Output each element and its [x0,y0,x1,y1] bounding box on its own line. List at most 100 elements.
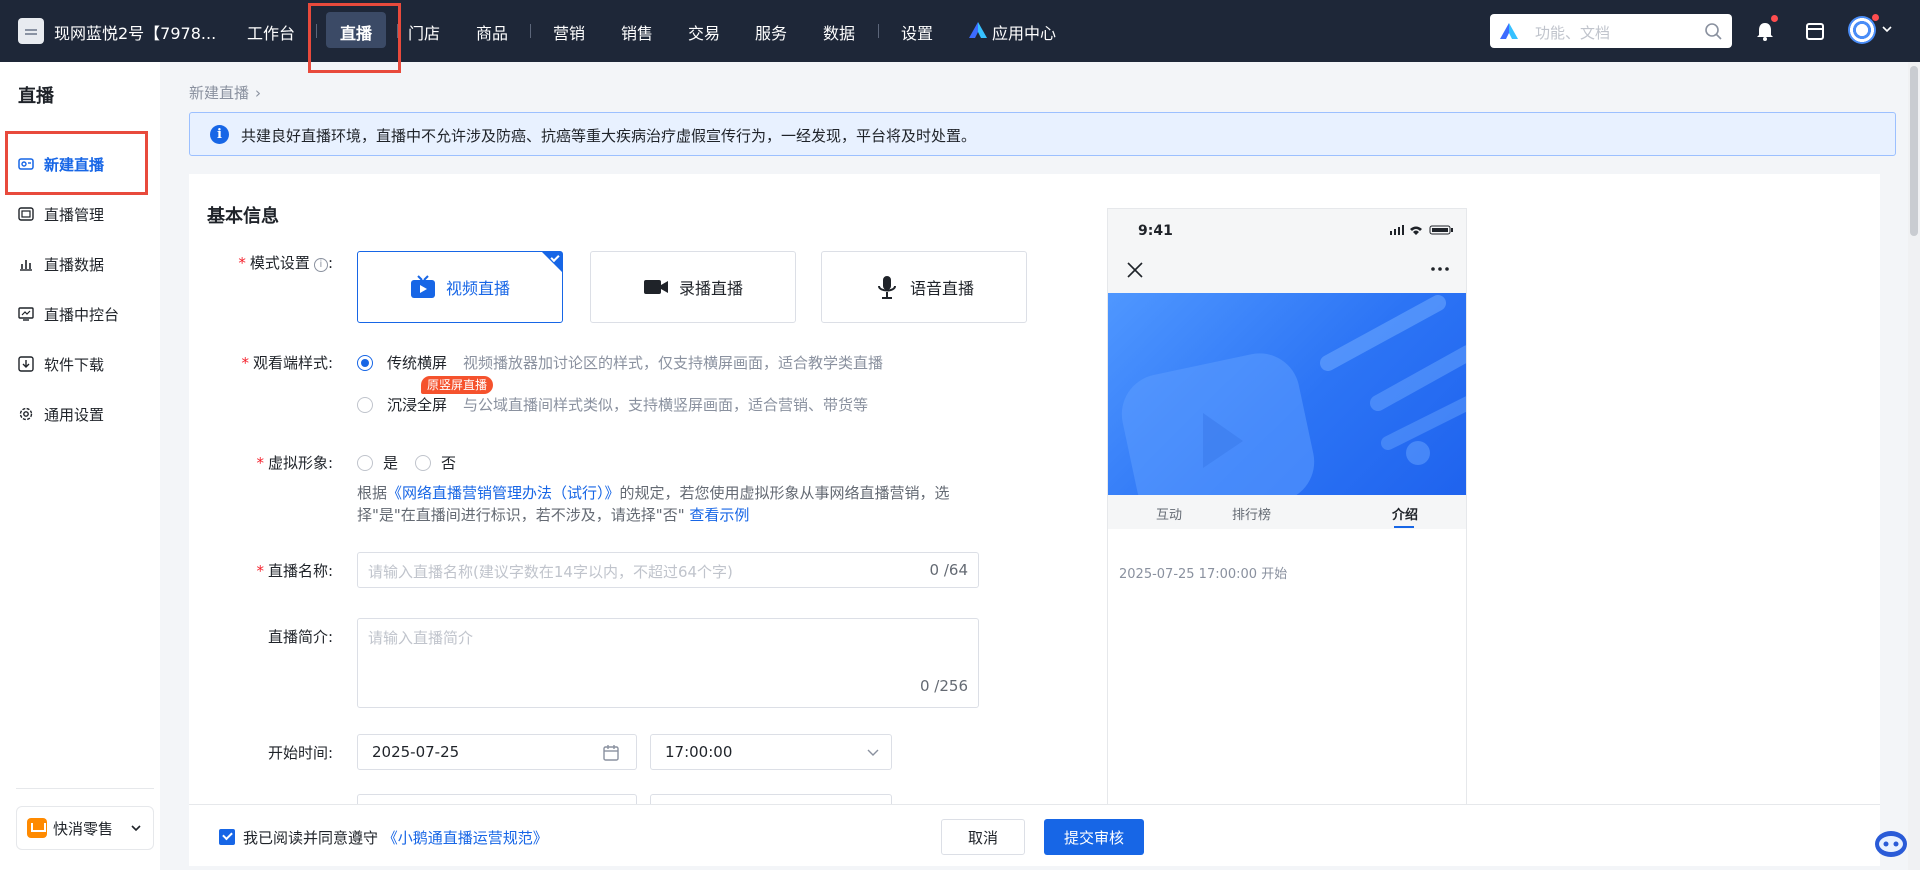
option-virtual-no[interactable]: 否 [441,452,456,473]
view-example-link[interactable]: 查看示例 [689,506,749,524]
page-scrollbar[interactable] [1908,62,1920,870]
nav-goods[interactable]: 商品 [476,20,508,44]
cancel-button[interactable]: 取消 [941,819,1025,855]
more-icon[interactable] [1430,265,1450,273]
store-logo-icon[interactable] [18,18,44,44]
sidebar-item-live-data[interactable]: 直播数据 [18,252,148,276]
agree-link[interactable]: 《小鹅通直播运营规范》 [383,829,548,847]
nav-workbench[interactable]: 工作台 [247,20,295,44]
phone-tab-intro[interactable]: 介绍 [1392,504,1418,523]
option-virtual-yes[interactable]: 是 [383,452,398,473]
notice-banner: i 共建良好直播环境，直播中不允许涉及防癌、抗癌等重大疾病治疗虚假宣传行为，一经… [189,112,1896,156]
start-time-select[interactable]: 17:00:00 [650,734,892,770]
top-bar: 现网蓝悦2号【7978... 工作台 直播 门店 商品 营销 销售 交易 服务 … [0,0,1920,73]
nav-separator [878,24,879,38]
phone-preview: 9:41 互动 排行榜 介绍 2025-07-25 17:00:00 开始 [1107,208,1467,804]
highlight-box-nav-live [308,3,401,73]
search-input[interactable]: 功能、文档 [1490,14,1732,48]
nav-service[interactable]: 服务 [755,20,787,44]
scrollbar-thumb[interactable] [1910,66,1918,236]
end-time-select[interactable] [650,794,892,804]
option-traditional[interactable]: 传统横屏 [387,352,447,373]
nav-settings[interactable]: 设置 [901,20,933,44]
store-name[interactable]: 现网蓝悦2号【7978... [54,20,216,44]
sidebar-item-live-manage[interactable]: 直播管理 [18,202,148,226]
regulation-link[interactable]: 《网络直播营销管理办法（试行）》 [387,484,620,502]
store-icon[interactable] [1804,20,1826,42]
mode-video-live[interactable]: 视频直播 [357,251,563,323]
assistant-robot-icon[interactable] [1874,828,1908,858]
industry-selector[interactable]: 快消零售 [16,806,154,850]
agree-label: 我已阅读并同意遵守 [243,829,379,847]
section-title: 基本信息 [207,206,279,227]
info-icon: i [210,125,229,144]
virtual-label: * 虚拟形象: [229,452,333,473]
sidebar-item-download[interactable]: 软件下载 [18,352,148,376]
option-immersive[interactable]: 沉浸全屏 [387,394,447,415]
radio-immersive[interactable] [357,397,373,413]
mode-audio-live[interactable]: 语音直播 [821,251,1027,323]
virtual-desc-prefix: 根据 [357,484,388,502]
end-date-picker[interactable] [357,794,637,804]
radio-traditional[interactable] [357,355,373,371]
nav-separator [530,24,531,38]
phone-tab-interact[interactable]: 互动 [1156,504,1182,523]
phone-status-bar [1108,209,1466,293]
sidebar-item-general-settings[interactable]: 通用设置 [18,402,148,426]
start-date-picker[interactable]: 2025-07-25 [357,734,637,770]
cart-icon [27,818,47,838]
search-icon[interactable] [1704,22,1722,40]
submit-review-button[interactable]: 提交审核 [1044,819,1144,855]
sidebar-item-live-console[interactable]: 直播中控台 [18,302,148,326]
selected-check-icon [542,252,562,272]
bell-icon[interactable] [1754,20,1776,42]
start-date-value: 2025-07-25 [372,743,460,761]
required-mark: * [256,454,264,472]
help-icon[interactable]: i [313,258,328,272]
radio-virtual-no[interactable] [415,455,431,471]
live-intro-placeholder: 请输入直播简介 [368,629,474,647]
close-icon[interactable] [1126,261,1144,279]
search-brand-icon [1500,23,1518,39]
download-icon [18,356,34,372]
nav-data[interactable]: 数据 [823,20,855,44]
avatar-dot [1872,14,1879,21]
sidebar-divider [16,788,154,789]
phone-tab-ranking[interactable]: 排行榜 [1232,504,1271,523]
intro-label: 直播简介: [229,626,333,647]
nav-store[interactable]: 门店 [408,20,440,44]
radio-virtual-yes[interactable] [357,455,373,471]
nav-app-center[interactable]: 应用中心 [992,20,1056,44]
sidebar-item-label: 通用设置 [44,405,105,424]
portrait-tag: 原竖屏直播 [421,376,494,394]
chevron-down-icon [867,749,879,756]
sidebar-title: 直播 [18,86,54,107]
phone-start-time: 2025-07-25 17:00:00 开始 [1119,567,1288,582]
chevron-down-icon [131,825,141,832]
gear-icon [19,407,33,421]
option-immersive-desc: 与公域直播间样式类似，支持横竖屏画面，适合营销、带货等 [463,396,869,414]
nav-marketing[interactable]: 营销 [553,20,585,44]
form-card: 基本信息 * 模式设置 i: 视频直播 录播直播 语音直播 * 观看端样式: 传统横屏… [189,174,1880,804]
live-name-input[interactable]: 请输入直播名称(建议字数在14字以内，不超过64个字) 0 /64 [357,552,979,588]
video-camera-icon [643,280,668,294]
live-name-counter: 0 /64 [929,561,968,579]
live-manage-icon [18,207,34,221]
chevron-down-icon[interactable] [1882,24,1892,34]
tv-play-illustration-icon [1121,295,1466,495]
nav-trade[interactable]: 交易 [688,20,720,44]
calendar-icon [603,745,619,761]
agree-checkbox[interactable] [219,829,235,845]
signal-wifi-battery-icon [1390,225,1453,235]
start-time-value: 17:00:00 [665,743,733,761]
virtual-label-text: 虚拟形象: [267,454,333,472]
required-mark: * [238,254,246,272]
highlight-box-new-live [5,131,148,195]
breadcrumb-item[interactable]: 新建直播 [189,84,249,102]
avatar[interactable] [1848,16,1876,44]
start-time-label: 开始时间: [229,742,333,763]
mode-label-text: 模式设置 [249,254,310,272]
mode-recorded-live[interactable]: 录播直播 [590,251,796,323]
live-intro-textarea[interactable]: 请输入直播简介 0 /256 [357,618,979,708]
nav-sales[interactable]: 销售 [621,20,653,44]
